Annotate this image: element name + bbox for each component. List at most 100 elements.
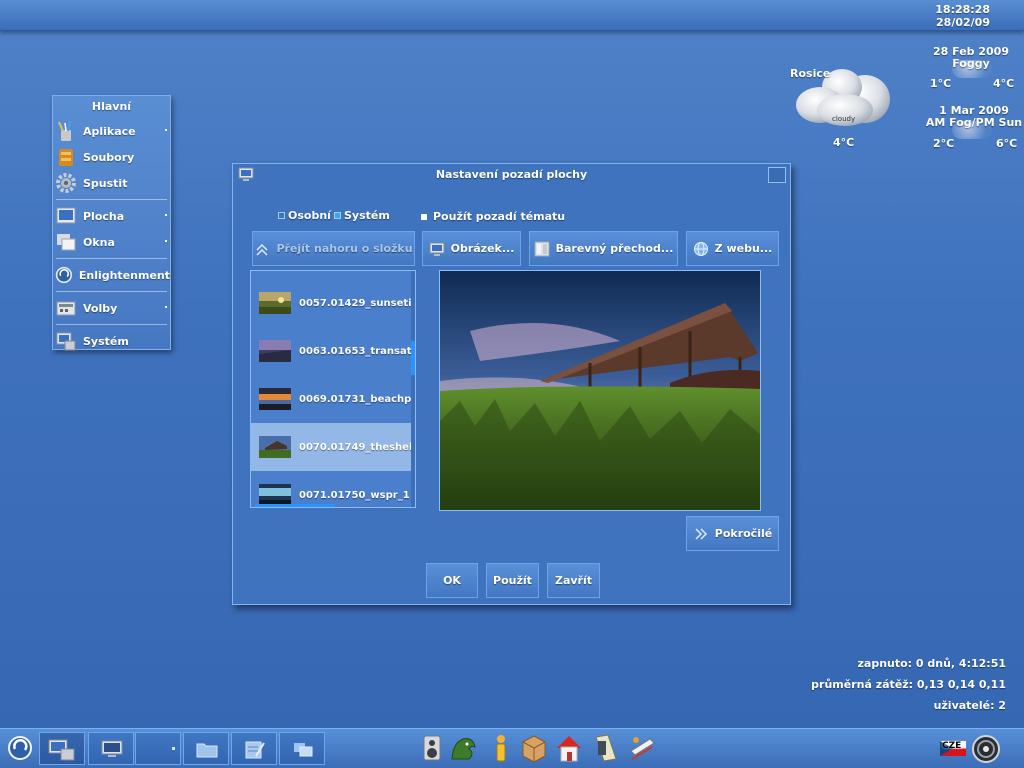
close-button[interactable]: Zavřít (547, 563, 600, 598)
graphics-editor-icon[interactable] (628, 733, 656, 763)
radio-personal[interactable]: Osobní (278, 209, 331, 222)
weather-current-temp: 4°C (833, 136, 855, 149)
bottom-panel (0, 728, 1024, 768)
menu-separator (56, 291, 167, 292)
gradient-icon (534, 241, 550, 256)
list-item[interactable]: 0063.01653_transat (251, 327, 411, 375)
dialog-titlebar[interactable]: Nastavení pozadí plochy (233, 164, 790, 186)
monitor-picture-icon (429, 242, 445, 256)
speaker-icon[interactable] (418, 733, 446, 763)
menu-item-label: Plocha (83, 209, 125, 223)
pager-dot-icon (172, 747, 175, 750)
list-item[interactable]: 0070.01749_theshel (251, 423, 411, 471)
checkbox-label: Použít pozadí tématu (433, 210, 566, 223)
keyboard-layout-label: CZE (942, 741, 962, 751)
uptime: zapnuto: 0 dnů, 4:12:51 (857, 657, 1007, 670)
weather-city: Rosice (790, 67, 831, 80)
windows-icon (294, 743, 313, 757)
clock[interactable]: 18:28:28 28/02/09 (935, 3, 990, 29)
folder-icon (196, 743, 218, 758)
menu-item-label: Aplikace (83, 124, 136, 138)
color-gradient-button[interactable]: Barevný přechod... (529, 231, 678, 266)
task-editor[interactable] (231, 732, 277, 765)
menu-item-applications[interactable]: Aplikace (53, 118, 170, 144)
forecast-condition: AM Fog/PM Sun (925, 116, 1023, 129)
menu-item-label: Okna (83, 235, 115, 249)
go-up-folder-button[interactable]: Přejít nahoru o složku (252, 231, 415, 266)
ok-button[interactable]: OK (426, 563, 478, 598)
task-windows[interactable] (279, 732, 325, 765)
task-desktop-settings[interactable] (88, 732, 134, 765)
menu-separator (56, 324, 167, 325)
vertical-scrollbar[interactable] (411, 271, 415, 507)
menu-item-settings[interactable]: Volby (53, 295, 170, 321)
top-shelf: 18:28:28 28/02/09 (0, 0, 1024, 31)
task-pager-desktop-2[interactable] (135, 732, 181, 765)
shutdown-icon[interactable] (971, 734, 1001, 764)
clock-date: 28/02/09 (936, 16, 990, 29)
weather-icon-label: cloudy (832, 115, 855, 123)
system-stats: zapnuto: 0 dnů, 4:12:51 průměrná zátěž: … (811, 653, 1006, 716)
start-menu-icon[interactable] (7, 735, 33, 761)
picture-button[interactable]: Obrázek... (422, 231, 521, 266)
button-label: Přejít nahoru o složku (276, 242, 413, 255)
radio-label: Osobní (288, 209, 331, 222)
wallpaper-file-list[interactable]: 0057.01429_sunseti 0063.01653_transat 00… (250, 270, 416, 508)
menu-item-system[interactable]: Systém (53, 328, 170, 354)
document-viewer-icon[interactable] (592, 733, 620, 763)
menu-item-enlightenment[interactable]: Enlightenment (53, 262, 170, 288)
menu-item-label: Enlightenment (78, 268, 170, 282)
system-icon (48, 739, 75, 761)
dialog-title: Nastavení pozadí plochy (435, 168, 588, 181)
desktop-icon (56, 207, 76, 224)
brushes-icon (58, 120, 71, 141)
menu-separator (56, 199, 167, 200)
submenu-arrow-icon (165, 214, 167, 216)
scrollbar-thumb[interactable] (411, 341, 415, 375)
radio-system[interactable]: Systém (334, 209, 390, 222)
apply-button[interactable]: Použít (486, 563, 539, 598)
wallpaper-thumbnail (259, 436, 291, 458)
keyboard-layout-indicator[interactable]: CZE (940, 741, 966, 756)
menu-item-files[interactable]: Soubory (53, 144, 170, 170)
user-pencil-icon[interactable] (487, 733, 515, 763)
forecast-condition: Foggy (952, 57, 990, 70)
checkbox-icon (421, 213, 427, 220)
radio-button-icon (334, 212, 341, 219)
dragon-icon[interactable] (449, 733, 477, 763)
file-name: 0070.01749_theshel (299, 441, 411, 453)
menu-item-windows[interactable]: Okna (53, 229, 170, 255)
button-label: Zavřít (554, 574, 593, 587)
advanced-button[interactable]: Pokročilé (686, 516, 779, 551)
wallpaper-thumbnail (259, 484, 291, 506)
menu-item-run[interactable]: Spustit (53, 170, 170, 196)
list-item[interactable]: 0069.01731_beachp (251, 375, 411, 423)
wallpaper-preview (439, 270, 761, 511)
task-pager-desktop-1[interactable] (39, 732, 85, 765)
submenu-arrow-icon (165, 273, 167, 275)
close-window-button[interactable] (768, 167, 786, 183)
menu-item-desktop[interactable]: Plocha (53, 203, 170, 229)
forecast-low: 2°C (933, 137, 955, 150)
forecast-high: 4°C (993, 77, 1015, 90)
list-item[interactable]: 0071.01750_wspr_1 (251, 471, 411, 507)
button-label: Použít (493, 574, 532, 587)
forecast-high: 6°C (996, 137, 1018, 150)
horizontal-scrollbar[interactable] (255, 504, 335, 507)
wallpaper-settings-dialog: Nastavení pozadí plochy Osobní Systém Po… (232, 163, 791, 605)
menu-item-label: Volby (83, 301, 118, 315)
task-file-manager[interactable] (183, 732, 229, 765)
forecast-day-1: 28 Feb 2009 Foggy (925, 46, 1017, 70)
submenu-arrow-icon (165, 240, 167, 242)
list-item[interactable]: 0057.01429_sunseti (251, 279, 411, 327)
wallpaper-thumbnail (259, 292, 291, 314)
package-box-icon[interactable] (520, 733, 548, 763)
load-average: průměrná zátěž: 0,13 0,14 0,11 (811, 678, 1006, 691)
settings-icon (56, 301, 76, 316)
double-chevron-right-icon (695, 527, 707, 540)
home-icon[interactable] (555, 733, 583, 763)
desktop-settings-icon (101, 740, 123, 757)
use-theme-checkbox[interactable]: Použít pozadí tématu (421, 210, 565, 223)
from-web-button[interactable]: Z webu... (686, 231, 779, 266)
button-label: Obrázek... (450, 242, 515, 255)
